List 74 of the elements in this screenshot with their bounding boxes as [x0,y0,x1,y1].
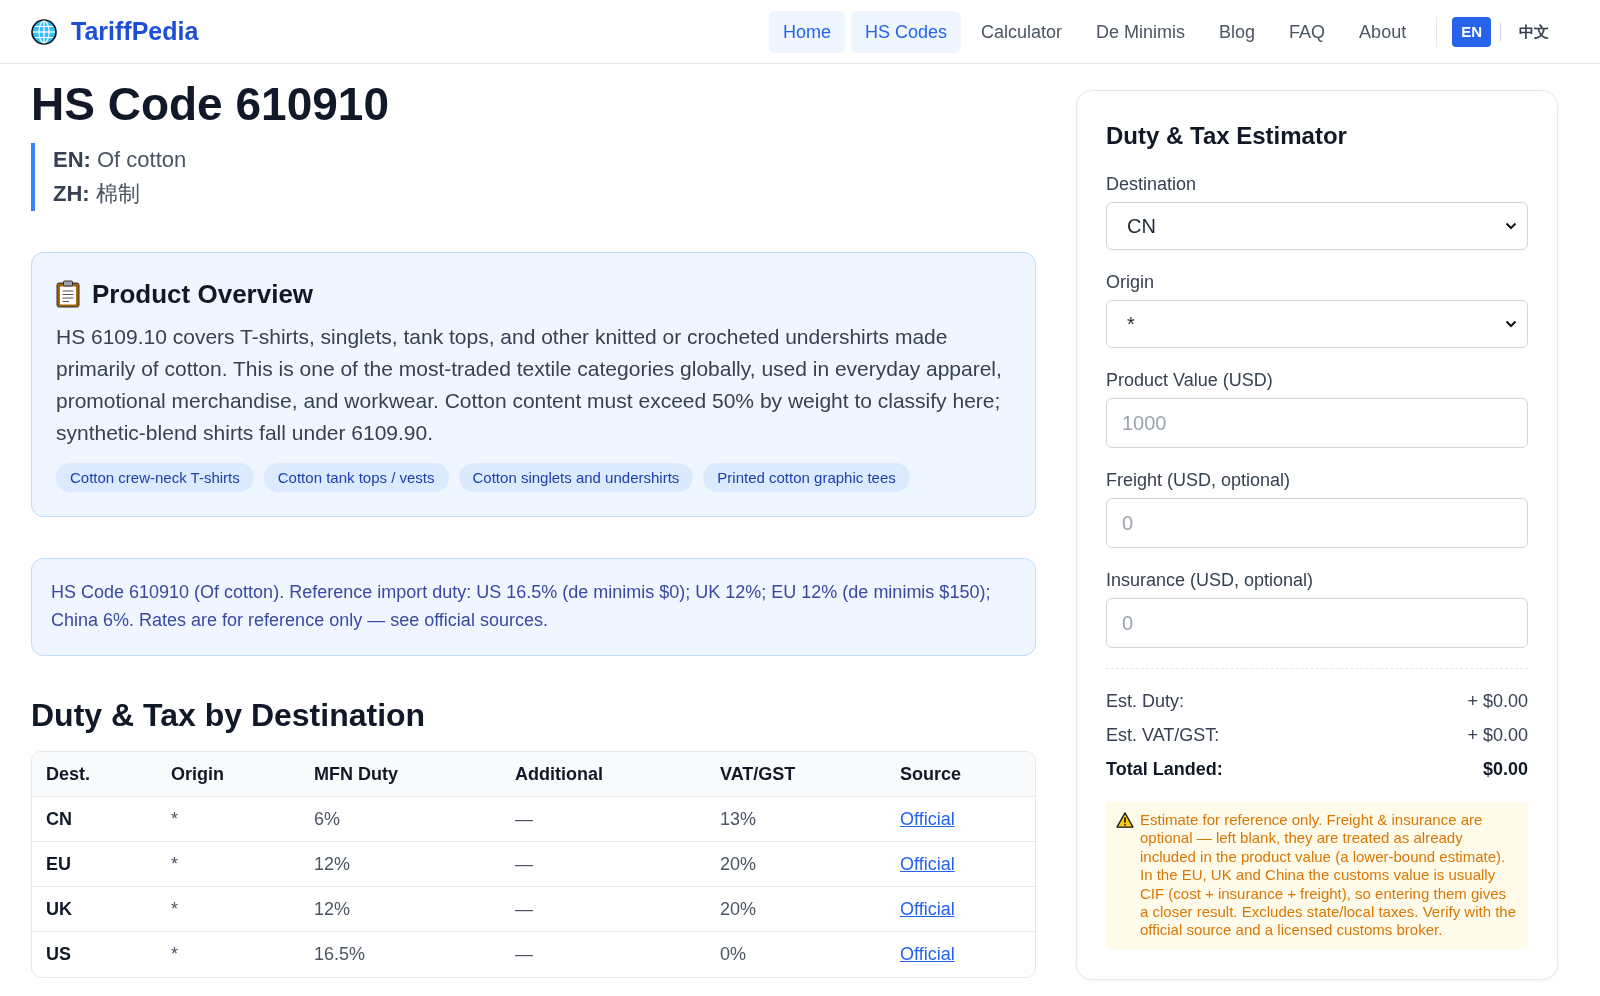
section-heading: Duty & Tax by Destination [31,696,427,735]
table-cell: * [157,887,300,932]
table-header-cell: Source [886,752,1035,797]
nav-link[interactable]: FAQ [1275,10,1340,53]
table-cell-text: US [45,943,72,966]
chevron-down-icon [1505,222,1517,230]
table-cell: — [501,797,706,842]
clipboard-icon [56,280,80,308]
table-cell: — [501,887,706,932]
table-cell-text: — [514,943,534,966]
table-cell-text: * [170,943,179,966]
site-logo[interactable]: TariffPedia [71,17,199,46]
table-cell-text: 16.5% [313,943,367,966]
note-text: HS Code 610910 (Of cotton). Reference import duty: US 16.5% (de minimis $0); UK 12%; EU 12% (de minimis $150); China 6%. Rates are for reference only — see official sources. [51,581,992,632]
table-header-cell: MFN Duty [300,752,501,797]
table-cell: — [501,842,706,887]
product-tag: Cotton singlets and undershirts [458,463,694,492]
source-link[interactable]: Official [900,853,955,874]
result-value: + $0.00 [1467,724,1528,747]
nav-link[interactable]: Calculator [967,10,1077,53]
result-value: $0.00 [1482,758,1528,781]
table-cell-text: 0% [719,943,747,966]
table-cell: * [157,842,300,887]
result-label: Total Landed: [1106,758,1223,781]
chevron-down-icon [1505,320,1517,328]
table-cell: * [157,797,300,842]
product-tag: Printed cotton graphic tees [703,463,910,492]
language-button[interactable]: 中文 [1510,16,1558,47]
table-cell: 20% [706,842,886,887]
table-header-cell: VAT/GST [706,752,886,797]
result-label: Est. VAT/GST: [1106,724,1220,747]
overview-text: HS 6109.10 covers T-shirts, singlets, tank tops, and other knitted or crocheted undershirts made primarily of cotton. This is one of the most-traded textile categories globally, used in everyday apparel, promotional merchandise, and workwear. Cotton content must exceed 50% by weight to classify here; synthetic-blend shirts fall under 6109.90. [56,324,1003,446]
input-field[interactable]: 1000 [1106,398,1528,448]
table-cell: 12% [300,887,501,932]
input-field[interactable]: 0 [1106,598,1528,648]
nav-link[interactable]: HS Codes [850,10,961,53]
result-value: + $0.00 [1467,690,1528,713]
card-title: Duty & Tax Estimator [1106,121,1348,151]
table-cell: 6% [300,797,501,842]
field-label: Insurance (USD, optional) [1106,569,1315,592]
globe-icon [31,18,57,45]
field-label: Freight (USD, optional) [1106,469,1292,492]
field-label: Destination [1106,173,1198,196]
table-cell: 13% [706,797,886,842]
table-cell: 20% [706,887,886,932]
description-line: ZH: 棉制 [53,180,141,208]
nav-link[interactable]: About [1345,10,1421,53]
section-title: Product Overview [92,278,314,310]
field-label: Product Value (USD) [1106,369,1274,392]
description-line: EN: Of cotton [53,146,188,174]
table-cell: CN [32,797,157,842]
table-header-cell: Additional [501,752,706,797]
nav-link[interactable]: De Minimis [1082,10,1200,53]
table-cell: 12% [300,842,501,887]
table-cell: UK [32,887,157,932]
result-label: Est. Duty: [1106,690,1185,713]
table-header-cell: Dest. [32,752,157,797]
field-label: Origin [1106,271,1155,294]
input-field[interactable]: 0 [1106,498,1528,548]
page-title: HS Code 610910 [31,78,390,131]
product-tag: Cotton tank tops / vests [263,463,449,492]
nav-link[interactable]: Home [768,10,845,53]
nav-link[interactable]: Blog [1205,10,1270,53]
warning-text: Estimate for reference only. Freight & insurance are optional — left blank, they are treated as already included in the product value (a lower-bound estimate). In the EU, UK and China the customs value is usually CIF (cost + insurance + freight), so entering them gives a closer result. Excludes state/local taxes. Verify with the official source and a licensed customs broker. [1140,811,1517,940]
dropdown-field[interactable]: * [1106,300,1528,348]
table-cell: EU [32,842,157,887]
warning-icon [1116,812,1134,828]
source-link[interactable]: Official [900,808,955,829]
language-button[interactable]: EN [1452,16,1491,47]
dropdown-field[interactable]: CN [1106,202,1528,250]
product-tag: Cotton crew-neck T-shirts [56,463,254,492]
table-header-cell: Origin [157,752,300,797]
source-link[interactable]: Official [900,944,955,964]
source-link[interactable]: Official [900,898,955,919]
